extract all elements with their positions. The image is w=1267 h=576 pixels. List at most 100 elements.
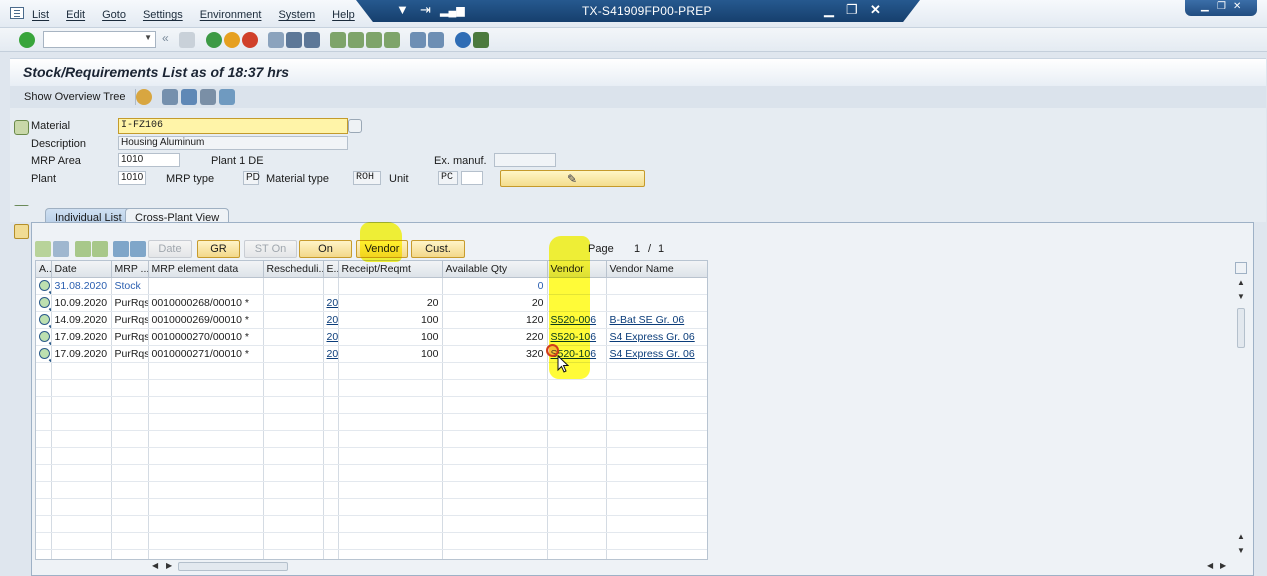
exception-cell[interactable]: 20 [323, 294, 339, 312]
vendor-name-cell[interactable] [606, 294, 707, 312]
details-icon[interactable] [35, 241, 51, 257]
table-row[interactable]: 17.09.2020 PurRqs 0010000271/00010 * 20 100 3… [36, 345, 707, 363]
col-header-mrp[interactable]: MRP ... [111, 261, 149, 278]
menu-icon[interactable] [10, 7, 24, 19]
material-field[interactable]: I-FZ106 [118, 118, 348, 134]
exception-cell[interactable]: 20 [323, 311, 339, 329]
row-detail-icon[interactable] [36, 294, 52, 312]
vendor-name-cell[interactable]: S4 Express Gr. 06 [606, 345, 707, 363]
vendor-name-cell[interactable]: B-Bat SE Gr. 06 [606, 311, 707, 329]
folder-icon[interactable] [14, 224, 29, 239]
row-detail-icon[interactable] [36, 328, 52, 346]
vendor-cell[interactable]: S520-106 [547, 328, 607, 346]
gr-button[interactable]: GR [197, 240, 240, 258]
close-icon[interactable]: ✕ [870, 2, 881, 18]
unit-extra-field[interactable] [461, 171, 483, 185]
detail-magnifier-icon[interactable] [39, 348, 50, 360]
sort-ascending-icon[interactable] [130, 241, 146, 257]
scroll-down-icon[interactable]: ▼ [1237, 292, 1245, 301]
sort-descending-icon[interactable] [113, 241, 129, 257]
filter-icon[interactable] [181, 89, 197, 105]
col-header-mrp-element-data[interactable]: MRP element data [148, 261, 264, 278]
cancel-icon[interactable] [242, 32, 258, 48]
col-header-vendor[interactable]: Vendor [547, 261, 607, 278]
detail-magnifier-icon[interactable] [39, 280, 50, 292]
scroll-up-bottom-icon[interactable]: ▲ [1237, 532, 1245, 541]
minimize-icon[interactable]: ▁ [824, 2, 834, 18]
command-field[interactable] [43, 31, 156, 48]
detail-magnifier-icon[interactable] [39, 314, 50, 326]
vendor-name-cell[interactable] [606, 277, 707, 295]
new-session-icon[interactable] [410, 32, 426, 48]
show-overview-tree-button[interactable]: Show Overview Tree [24, 91, 125, 103]
shortcut-icon[interactable] [428, 32, 444, 48]
row-detail-icon[interactable] [36, 345, 52, 363]
back-icon[interactable] [206, 32, 222, 48]
search-help-icon[interactable] [348, 119, 362, 133]
table-row[interactable]: 14.09.2020 PurRqs 0010000269/00010 * 20 100 1… [36, 311, 707, 329]
col-header-e[interactable]: E.. [323, 261, 339, 278]
scroll-thumb[interactable] [1237, 308, 1245, 348]
col-header-available-qty[interactable]: Available Qty [442, 261, 548, 278]
save-icon[interactable] [179, 32, 195, 48]
settings-filter-icon[interactable] [219, 89, 235, 105]
detail-magnifier-icon[interactable] [39, 297, 50, 309]
edit-material-button[interactable]: ✎ [500, 170, 645, 187]
vertical-scrollbar[interactable]: ▲ ▼ ▲ ▼ [1235, 262, 1247, 562]
scroll-up-icon[interactable]: ▲ [1237, 278, 1245, 287]
scroll-down-bottom-icon[interactable]: ▼ [1237, 546, 1245, 555]
restore-icon[interactable]: ❐ [846, 2, 858, 18]
find-next-icon[interactable] [304, 32, 320, 48]
exception-cell[interactable]: 20 [323, 328, 339, 346]
user-icon[interactable] [136, 89, 152, 105]
first-page-icon[interactable] [330, 32, 346, 48]
vendor-button[interactable]: Vendor [356, 240, 408, 258]
vendor-cell[interactable]: S520-006 [547, 311, 607, 329]
mrp-area-field[interactable]: 1010 [118, 153, 180, 167]
exit-icon[interactable] [224, 32, 240, 48]
enter-icon[interactable] [19, 32, 35, 48]
col-header-date[interactable]: Date [51, 261, 112, 278]
minimize-window-icon[interactable]: ▁ [1201, 1, 1209, 12]
col-header-rescheduling[interactable]: Rescheduli... [263, 261, 324, 278]
row-detail-icon[interactable] [36, 311, 52, 329]
menu-item-goto[interactable]: Goto [102, 9, 126, 21]
col-header-receipt-reqmt[interactable]: Receipt/Reqmt [338, 261, 443, 278]
plant-field[interactable]: 1010 [118, 171, 146, 185]
pin-icon[interactable]: ⇥ [420, 2, 431, 18]
cust-button[interactable]: Cust. [411, 240, 465, 258]
scroll-left-icon[interactable]: ◀ [152, 561, 158, 570]
exception-cell[interactable]: 20 [323, 345, 339, 363]
expand-icon[interactable] [75, 241, 91, 257]
edit-icon[interactable] [53, 241, 69, 257]
close-window-icon[interactable]: ✕ [1233, 1, 1241, 12]
last-page-icon[interactable] [384, 32, 400, 48]
horizontal-scroll-thumb[interactable] [178, 562, 288, 571]
material-tree-icon[interactable] [14, 120, 29, 135]
refresh-icon[interactable] [162, 89, 178, 105]
scroll-right-end-icon[interactable]: ▶ [1220, 561, 1226, 570]
on-button[interactable]: On [299, 240, 352, 258]
menu-item-help[interactable]: Help [332, 9, 355, 21]
detail-magnifier-icon[interactable] [39, 331, 50, 343]
vendor-name-cell[interactable]: S4 Express Gr. 06 [606, 328, 707, 346]
menu-item-list[interactable]: List [32, 9, 49, 21]
table-row[interactable]: 31.08.2020 Stock 0 [36, 277, 707, 295]
help-icon[interactable] [455, 32, 471, 48]
layout-icon[interactable] [473, 32, 489, 48]
horizontal-scrollbar[interactable]: ◀ ▶ ◀ ▶ [148, 561, 1233, 573]
table-row[interactable]: 10.09.2020 PurRqs 0010000268/00010 * 20 20 20 [36, 294, 707, 312]
menu-item-settings[interactable]: Settings [143, 9, 183, 21]
menu-item-edit[interactable]: Edit [66, 9, 85, 21]
find-icon[interactable] [286, 32, 302, 48]
collapse-icon[interactable]: « [162, 31, 178, 47]
table-row[interactable]: 17.09.2020 PurRqs 0010000270/00010 * 20 100 2… [36, 328, 707, 346]
next-page-icon[interactable] [366, 32, 382, 48]
scroll-right-icon[interactable]: ▶ [166, 561, 172, 570]
st-on-button[interactable]: ST On [244, 240, 297, 258]
row-detail-icon[interactable] [36, 277, 52, 295]
menu-item-environment[interactable]: Environment [200, 9, 262, 21]
planning-icon[interactable] [200, 89, 216, 105]
column-settings-icon[interactable] [1235, 262, 1247, 274]
dropdown-arrow-icon[interactable]: ▼ [396, 2, 409, 17]
